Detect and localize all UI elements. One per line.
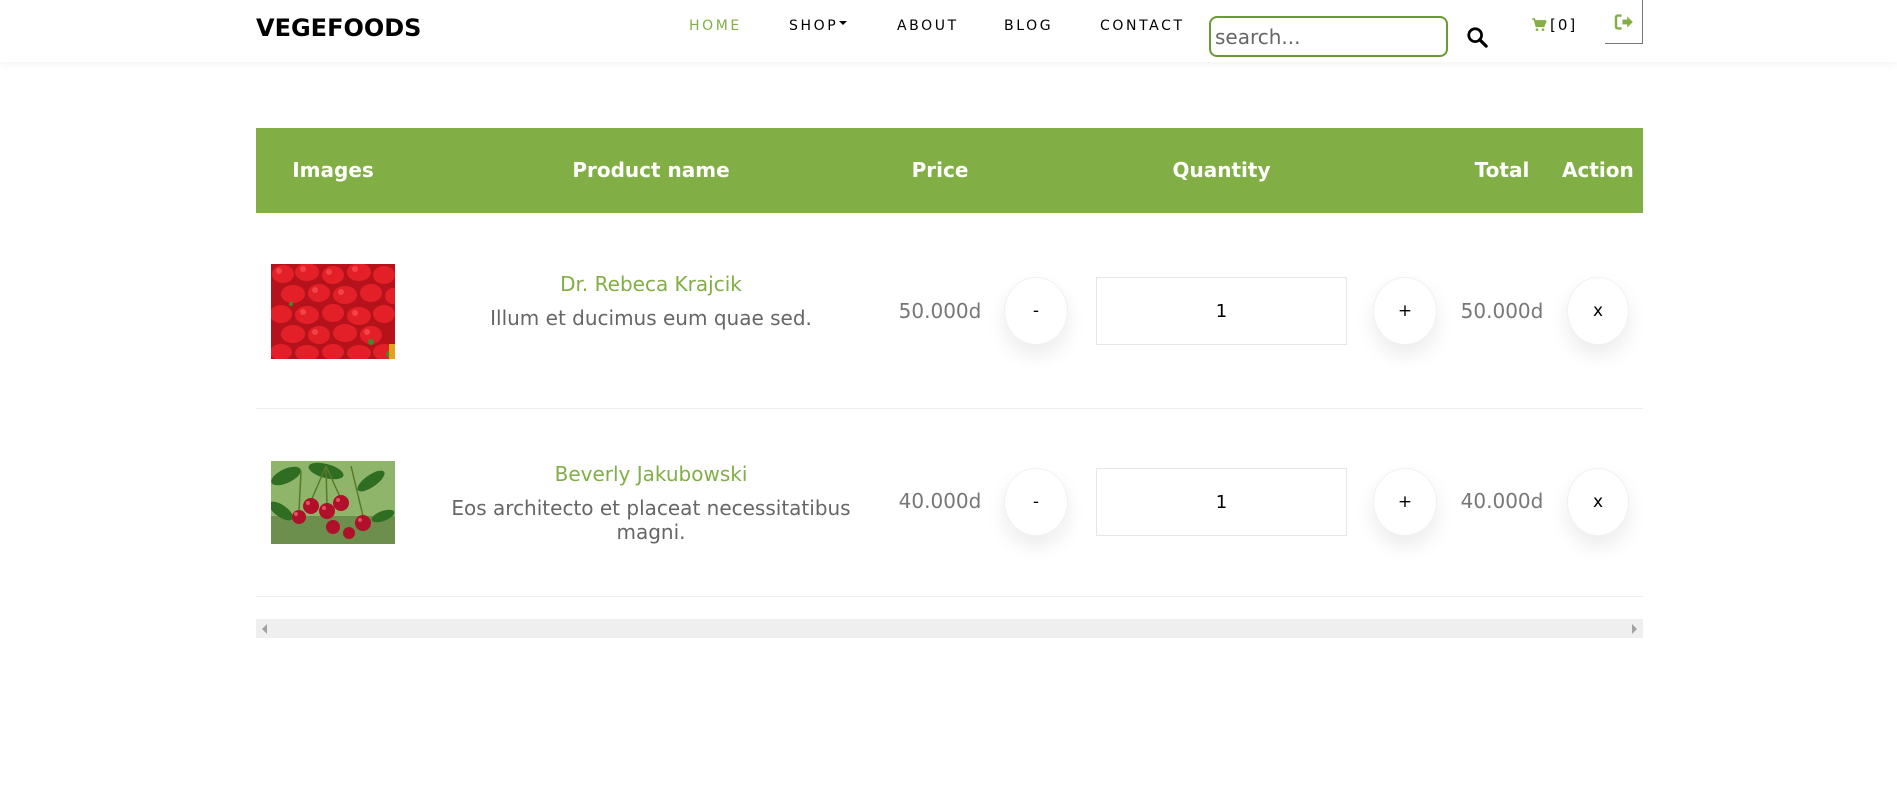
nav-home[interactable]: HOME xyxy=(689,18,742,34)
brand-logo[interactable]: VEGEFOODS xyxy=(256,14,421,42)
table-row: Beverly Jakubowski Eos architecto et pla… xyxy=(256,409,1643,597)
nav-blog[interactable]: BLOG xyxy=(1004,18,1053,34)
nav-contact[interactable]: CONTACT xyxy=(1100,18,1185,34)
search-button[interactable] xyxy=(1466,26,1492,52)
caret-down-icon xyxy=(839,21,848,25)
header-images: Images xyxy=(292,158,374,182)
increment-button[interactable]: + xyxy=(1373,277,1437,345)
strawberries-image xyxy=(270,263,401,361)
table-header: Images Product name Price Quantity Total… xyxy=(256,128,1643,213)
product-total: 50.000d xyxy=(1460,299,1544,323)
product-name[interactable]: Dr. Rebeca Krajcik xyxy=(416,272,886,296)
sign-out-icon xyxy=(1614,13,1633,30)
product-name[interactable]: Beverly Jakubowski xyxy=(416,462,886,486)
scroll-left-arrow-icon[interactable] xyxy=(262,624,267,634)
quantity-input[interactable] xyxy=(1096,277,1347,345)
nav-shop[interactable]: SHOP xyxy=(789,18,848,34)
logout-button[interactable] xyxy=(1605,0,1643,44)
header-total: Total xyxy=(1474,158,1530,182)
product-price: 40.000d xyxy=(898,489,982,513)
decrement-button[interactable]: - xyxy=(1004,277,1068,345)
cart-link[interactable]: [0] xyxy=(1531,16,1577,34)
product-total: 40.000d xyxy=(1460,489,1544,513)
header-action: Action xyxy=(1562,158,1634,182)
header-quantity: Quantity xyxy=(1172,158,1271,182)
nav-about[interactable]: ABOUT xyxy=(897,18,959,34)
product-description: Illum et ducimus eum quae sed. xyxy=(490,306,812,330)
remove-button[interactable]: x xyxy=(1567,277,1629,345)
header-product-name: Product name xyxy=(572,158,730,182)
product-image-strawberries[interactable] xyxy=(270,263,401,361)
decrement-button[interactable]: - xyxy=(1004,468,1068,536)
product-image-cherries[interactable] xyxy=(269,461,395,544)
cart-table: Images Product name Price Quantity Total… xyxy=(256,128,1643,597)
cart-icon xyxy=(1532,18,1547,31)
quantity-input[interactable] xyxy=(1096,468,1347,536)
top-navbar: VEGEFOODS HOME SHOP ABOUT BLOG CONTACT [… xyxy=(0,0,1897,62)
search-icon xyxy=(1467,27,1488,48)
search-input[interactable] xyxy=(1209,16,1448,57)
product-description: Eos architecto et placeat necessitatibus… xyxy=(451,496,851,544)
table-row: Dr. Rebeca Krajcik Illum et ducimus eum … xyxy=(256,213,1643,409)
remove-button[interactable]: x xyxy=(1567,468,1629,536)
cart-count: [0] xyxy=(1550,16,1578,34)
horizontal-scrollbar[interactable] xyxy=(256,619,1643,638)
product-price: 50.000d xyxy=(898,299,982,323)
scroll-right-arrow-icon[interactable] xyxy=(1632,624,1637,634)
nav-shop-label: SHOP xyxy=(789,18,839,34)
increment-button[interactable]: + xyxy=(1373,468,1437,536)
header-price: Price xyxy=(911,158,969,182)
cherries-image xyxy=(269,461,395,544)
